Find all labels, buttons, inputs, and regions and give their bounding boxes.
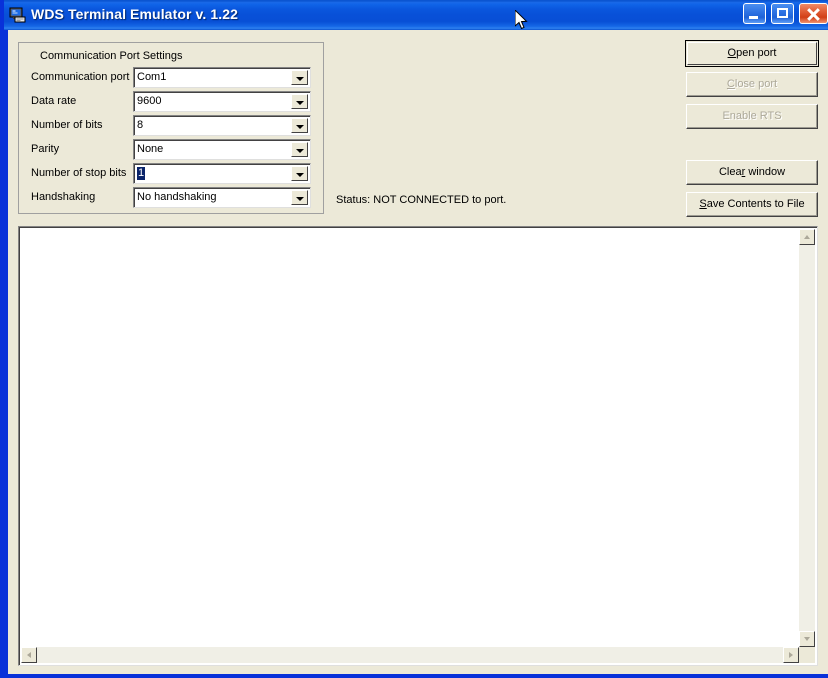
chevron-down-icon [296, 173, 304, 177]
save-contents-to-file-button-label: Save Contents to File [699, 198, 805, 210]
close-port-button-label: Close port [726, 78, 778, 90]
scroll-right-button[interactable] [783, 647, 799, 663]
label-number-of-bits: Number of bits [31, 119, 103, 131]
combobox-value-parity: None [137, 143, 164, 155]
combobox-communication-port[interactable]: Com1 [133, 67, 311, 88]
dropdown-button-number-of-stop-bits[interactable] [291, 166, 308, 181]
close-port-button: Close port [686, 72, 818, 97]
close-icon [800, 4, 827, 23]
dropdown-button-parity[interactable] [291, 142, 308, 157]
field-row-handshaking: Handshaking No handshaking [19, 187, 323, 211]
label-number-of-stop-bits: Number of stop bits [31, 167, 127, 179]
combobox-data-rate[interactable]: 9600 [133, 91, 311, 112]
scrollbar-corner [799, 647, 815, 663]
combobox-value-communication-port: Com1 [137, 71, 167, 83]
scroll-down-button[interactable] [799, 631, 815, 647]
field-row-parity: Parity None [19, 139, 323, 163]
combobox-value-data-rate: 9600 [137, 95, 162, 107]
scroll-up-icon [804, 235, 810, 239]
terminal-output-area[interactable] [18, 226, 818, 666]
combobox-handshaking[interactable]: No handshaking [133, 187, 311, 208]
combobox-value-number-of-stop-bits: 1 [137, 167, 146, 180]
scroll-left-icon [27, 652, 31, 658]
minimize-icon [748, 16, 758, 19]
group-title: Communication Port Settings [37, 50, 186, 62]
combobox-number-of-bits[interactable]: 8 [133, 115, 311, 136]
label-communication-port: Communication port [31, 71, 130, 83]
enable-rts-button-label: Enable RTS [722, 110, 782, 122]
dropdown-button-number-of-bits[interactable] [291, 118, 308, 133]
client-area: Communication Port Settings Communicatio… [8, 30, 828, 674]
connection-status-text: Status: NOT CONNECTED to port. [336, 194, 507, 206]
vertical-scrollbar[interactable] [799, 229, 815, 647]
open-port-button-label: Open port [687, 42, 817, 65]
horizontal-scrollbar[interactable] [21, 647, 799, 663]
scroll-right-icon [789, 652, 793, 658]
minimize-button[interactable] [742, 3, 766, 24]
close-button[interactable] [799, 3, 828, 24]
dropdown-button-data-rate[interactable] [291, 94, 308, 109]
label-handshaking: Handshaking [31, 191, 96, 203]
field-row-number-of-bits: Number of bits 8 [19, 115, 323, 139]
chevron-down-icon [296, 197, 304, 201]
save-contents-to-file-button[interactable]: Save Contents to File [686, 192, 818, 217]
chevron-down-icon [296, 77, 304, 81]
label-parity: Parity [31, 143, 60, 155]
open-port-button[interactable]: Open port [685, 40, 819, 67]
window-title: WDS Terminal Emulator v. 1.22 [31, 6, 238, 22]
window-controls [741, 3, 828, 26]
field-row-number-of-stop-bits: Number of stop bits 1 [19, 163, 323, 187]
combobox-value-handshaking: No handshaking [137, 191, 217, 203]
combobox-value-number-of-bits: 8 [137, 119, 144, 131]
enable-rts-button: Enable RTS [686, 104, 818, 129]
clear-window-button[interactable]: Clear window [686, 160, 818, 185]
scroll-down-icon [804, 637, 810, 641]
combobox-number-of-stop-bits[interactable]: 1 [133, 163, 311, 184]
communication-port-settings-group: Communication Port Settings Communicatio… [18, 42, 324, 214]
terminal-computer-icon [9, 6, 27, 24]
scroll-left-button[interactable] [21, 647, 37, 663]
clear-window-button-label: Clear window [718, 166, 786, 178]
field-row-data-rate: Data rate 9600 [19, 91, 323, 115]
maximize-icon [776, 8, 788, 18]
title-bar[interactable]: WDS Terminal Emulator v. 1.22 [4, 0, 828, 30]
application-window: WDS Terminal Emulator v. 1.22 Communicat… [0, 0, 828, 678]
combobox-parity[interactable]: None [133, 139, 311, 160]
chevron-down-icon [296, 149, 304, 153]
label-data-rate: Data rate [31, 95, 77, 107]
dropdown-button-handshaking[interactable] [291, 190, 308, 205]
chevron-down-icon [296, 125, 304, 129]
field-row-communication-port: Communication port Com1 [19, 67, 323, 91]
maximize-button[interactable] [770, 3, 794, 24]
scroll-up-button[interactable] [799, 229, 815, 245]
dropdown-button-communication-port[interactable] [291, 70, 308, 85]
chevron-down-icon [296, 101, 304, 105]
